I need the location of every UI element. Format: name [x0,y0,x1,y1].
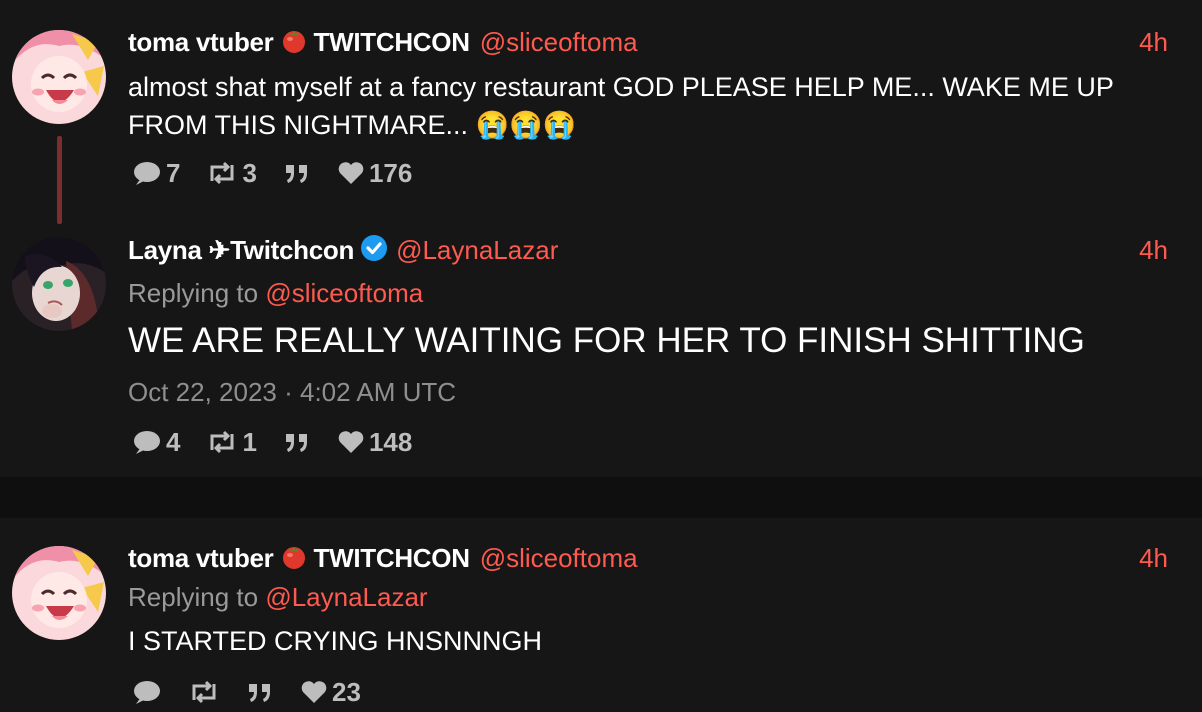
tweet-reply[interactable]: toma vtuber TWITCHCON @sliceoftoma 4h Re… [0,518,1202,712]
reply-count: 4 [166,426,181,457]
reply-stat[interactable]: 4 [128,427,180,458]
reply-icon [132,678,162,706]
avatar[interactable] [12,546,106,640]
replying-handle[interactable]: @LaynaLazar [265,582,427,612]
author-handle[interactable]: @sliceoftoma [480,27,638,58]
retweet-stat[interactable] [184,680,220,704]
tweet-header: Layna ✈Twitchcon @LaynaLazar [128,234,558,267]
tweet-stats: 23 [128,676,383,708]
tweet-time[interactable]: 4h [1139,27,1168,58]
retweet-count: 1 [242,426,257,457]
tweet-stats: 7 3 176 [128,157,434,189]
replying-handle[interactable]: @sliceoftoma [265,278,423,308]
quote-stat[interactable] [279,161,311,185]
like-stat[interactable]: 23 [296,677,361,708]
author-suffix: TWITCHCON [313,542,470,573]
retweet-icon [188,680,220,704]
like-stat[interactable]: 176 [333,158,412,189]
tomato-icon [280,26,308,59]
verified-icon [360,234,388,267]
tweet-main[interactable]: toma vtuber TWITCHCON @sliceoftoma 4h al… [0,0,1202,225]
avatar[interactable] [12,30,106,124]
author-name[interactable]: Layna [128,235,202,266]
thread-line [57,136,62,224]
replying-label: Replying to [128,278,259,308]
quote-stat[interactable] [279,430,311,454]
reply-icon [132,159,162,187]
quote-icon [246,680,274,704]
tweet-text: WE ARE REALLY WAITING FOR HER TO FINISH … [128,321,1085,360]
quote-icon [283,161,311,185]
like-count: 148 [368,426,413,457]
retweet-icon [206,161,238,185]
author-suffix: TWITCHCON [313,26,470,57]
tweet-time[interactable]: 4h [1139,235,1168,266]
tweet-header: toma vtuber TWITCHCON @sliceoftoma [128,543,638,573]
like-count: 176 [368,157,413,188]
author-handle[interactable]: @LaynaLazar [396,235,558,266]
replying-label: Replying to [128,582,259,612]
replying-to: Replying to @LaynaLazar [128,582,428,613]
replying-to: Replying to @sliceoftoma [128,278,423,309]
like-stat[interactable]: 148 [333,427,412,458]
heart-icon [337,160,365,186]
tweet-stats: 4 1 148 [128,426,434,458]
retweet-count: 3 [242,157,257,188]
tweet-text: I STARTED CRYING HNSNNNGH [128,626,543,656]
tweet-text: almost shat myself at a fancy restaurant… [128,72,1114,140]
author-suffix: ✈Twitchcon [208,234,355,265]
retweet-stat[interactable]: 3 [202,157,257,189]
tweet-reply[interactable]: Layna ✈Twitchcon @LaynaLazar 4h Replying… [0,225,1202,477]
like-count: 23 [332,676,361,707]
reply-icon [132,428,162,456]
retweet-icon [206,430,238,454]
retweet-stat[interactable]: 1 [202,426,257,458]
tomato-icon [280,542,308,575]
author-handle[interactable]: @sliceoftoma [480,543,638,574]
tweet-header: toma vtuber TWITCHCON @sliceoftoma [128,27,638,57]
author-name[interactable]: toma vtuber [128,27,274,58]
quote-stat[interactable] [242,680,274,704]
avatar[interactable] [12,237,106,331]
reply-count: 7 [166,157,181,188]
thread-separator [0,477,1202,518]
reply-stat[interactable] [128,678,162,706]
tweet-date[interactable]: Oct 22, 2023 · 4:02 AM UTC [128,377,456,408]
heart-icon [337,429,365,455]
author-name[interactable]: toma vtuber [128,543,274,574]
tweet-time[interactable]: 4h [1139,543,1168,574]
reply-stat[interactable]: 7 [128,158,180,189]
quote-icon [283,430,311,454]
heart-icon [300,679,328,705]
